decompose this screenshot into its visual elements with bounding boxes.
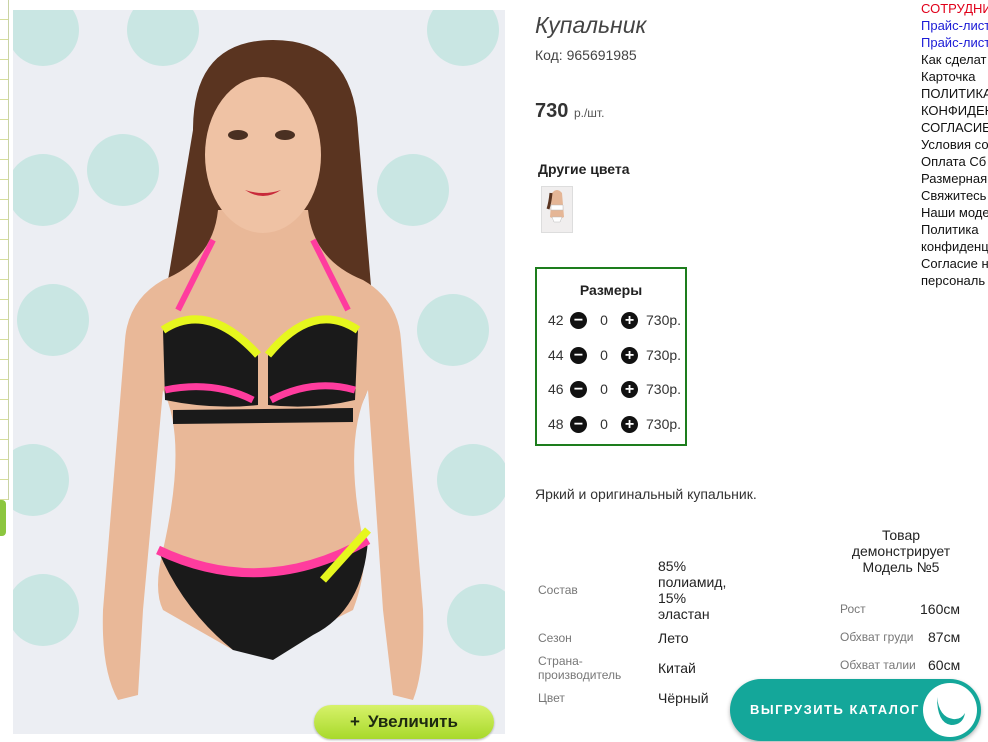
sidebar-link[interactable]: Свяжитесь [921,187,988,204]
price-value: 730 [535,100,569,122]
sidebar-link[interactable]: Политика [921,221,988,238]
product-price: 730 р./шт. [535,100,604,123]
product-photo[interactable] [13,10,505,734]
sidebar-link[interactable]: Согласие н [921,255,988,272]
product-description: Яркий и оригинальный купальник. [535,486,757,502]
model-waist-value: 60см [928,657,961,673]
color-variant-thumbnail[interactable] [541,186,573,233]
country-label: Страна-производитель [538,654,622,682]
color-label: Цвет [538,691,565,705]
size-price: 730р. [646,381,682,397]
product-photo-illustration [13,10,505,734]
quantity-value[interactable]: 0 [587,381,621,397]
sidebar-link[interactable]: СОГЛАСИЕ [921,119,988,136]
sidebar-link[interactable]: Наши моде [921,204,988,221]
catalog-logo-shape [937,697,965,725]
sidebar-link[interactable]: Прайс-лист [921,17,988,34]
quantity-value[interactable]: 0 [587,312,621,328]
sidebar-link[interactable]: Размерная [921,170,988,187]
sidebar-link[interactable]: Оплата Сб [921,153,988,170]
size-price: 730р. [646,416,682,432]
sidebar-link[interactable]: персональ [921,272,988,289]
plus-icon: + [350,712,360,731]
sidebar-link[interactable]: СОТРУДНИ [921,0,988,17]
left-side-tab[interactable] [0,500,6,536]
plus-icon[interactable]: + [621,380,638,398]
plus-icon[interactable]: + [621,346,638,364]
export-catalog-button[interactable]: ВЫГРУЗИТЬ КАТАЛОГ [730,679,981,741]
sidebar-links: СОТРУДНИ Прайс-лист Прайс-лист Как сдела… [921,0,988,289]
model-chest-value: 87см [928,629,961,645]
other-colors-heading: Другие цвета [538,161,630,177]
sidebar-link[interactable]: конфиденц [921,238,988,255]
export-catalog-label: ВЫГРУЗИТЬ КАТАЛОГ [750,702,920,717]
model-chest-label: Обхват груди [840,630,914,644]
plus-icon[interactable]: + [621,311,638,329]
minus-icon[interactable]: − [570,311,587,329]
left-guide-strip [0,0,9,500]
catalog-logo-icon [923,683,977,737]
color-variant-image [542,187,572,232]
size-row: 42 − 0 + 730р. [548,309,685,331]
model-height-label: Рост [840,602,866,616]
sidebar-link[interactable]: Условия со [921,136,988,153]
model-waist-label: Обхват талии [840,658,916,672]
minus-icon[interactable]: − [570,380,587,398]
color-value: Чёрный [658,690,709,706]
quantity-value[interactable]: 0 [587,347,621,363]
sidebar-link[interactable]: КОНФИДЕН [921,102,988,119]
composition-label: Состав [538,583,578,597]
size-row: 44 − 0 + 730р. [548,344,685,366]
model-heading: Товар демонстрирует Модель №5 [851,527,951,575]
size-label: 46 [548,381,564,397]
size-price: 730р. [646,347,682,363]
size-label: 42 [548,312,564,328]
plus-icon[interactable]: + [621,415,638,433]
price-unit: р./шт. [573,106,605,120]
size-row: 46 − 0 + 730р. [548,378,685,400]
product-title: Купальник [535,12,647,38]
size-label: 48 [548,416,564,432]
minus-icon[interactable]: − [570,415,587,433]
sizes-heading: Размеры [579,282,643,298]
zoom-button-label: Увеличить [367,712,458,731]
size-label: 44 [548,347,564,363]
minus-icon[interactable]: − [570,346,587,364]
model-height-value: 160см [920,601,960,617]
quantity-value[interactable]: 0 [587,416,621,432]
composition-value: 85% полиамид, 15% эластан [658,558,727,622]
country-value: Китай [658,660,696,676]
sidebar-link[interactable]: Карточка [921,68,988,85]
sidebar-link[interactable]: Как сделат [921,51,988,68]
size-price: 730р. [646,312,682,328]
sidebar-link[interactable]: ПОЛИТИКА [921,85,988,102]
size-row: 48 − 0 + 730р. [548,413,685,435]
sizes-box: Размеры 42 − 0 + 730р. 44 − 0 + 730р. 46… [535,267,687,446]
sidebar-link[interactable]: Прайс-лист [921,34,988,51]
season-label: Сезон [538,631,572,645]
product-code: Код: 965691985 [535,47,637,63]
season-value: Лето [658,630,689,646]
